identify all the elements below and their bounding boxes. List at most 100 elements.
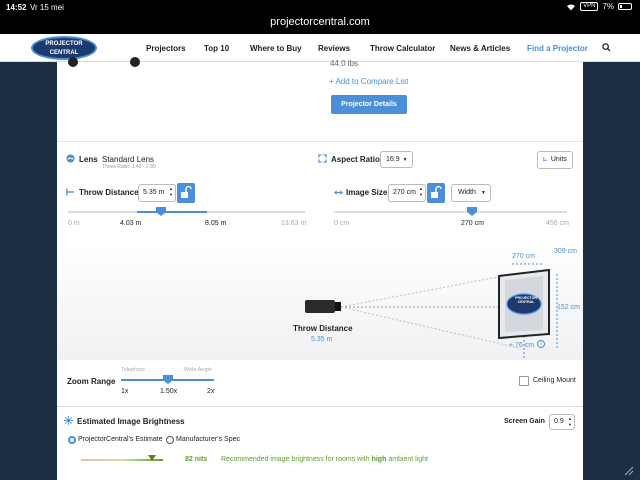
throw-slider-low: 4.03 m xyxy=(120,220,142,227)
zoom-wide-label: Wide Angle xyxy=(184,367,212,373)
chevron-down-icon: ▼ xyxy=(402,157,408,163)
image-slider-min: 0 cm xyxy=(334,220,350,227)
url-text[interactable]: projectorcentral.com xyxy=(0,16,640,28)
image-size-lock-button[interactable] xyxy=(427,183,445,203)
screen-gain-value: 0.9 xyxy=(554,418,564,425)
diagram-throw-label: Throw Distance xyxy=(293,324,353,333)
image-size-slider-thumb[interactable] xyxy=(466,207,477,216)
chevron-down-icon: ▼ xyxy=(480,190,486,196)
aspect-ratio-select[interactable]: 16:9 ▼ xyxy=(380,151,413,168)
unlock-icon xyxy=(431,185,442,198)
image-slider-max: 456 cm xyxy=(546,220,569,227)
nav-throw-calculator[interactable]: Throw Calculator xyxy=(370,44,435,53)
search-icon[interactable] xyxy=(602,43,611,52)
zoom-range-label: Zoom Range xyxy=(67,377,116,386)
throw-distance-label: Throw Distance xyxy=(79,188,139,197)
throw-distance-value: 5.35 m xyxy=(143,189,165,196)
throw-diagram: PROJECTOR CENTRAL 270 cm 309 cm 152 cm +… xyxy=(57,240,583,360)
projector-details-button[interactable]: Projector Details xyxy=(331,95,407,114)
throw-slider-high: 8.05 m xyxy=(205,220,227,227)
lens-icon xyxy=(66,154,75,163)
image-size-label: Image Size xyxy=(346,188,388,197)
site-navbar: PROJECTOR CENTRAL Projectors Top 10 Wher… xyxy=(0,34,640,62)
nits-value: 82 nits xyxy=(185,456,208,463)
nav-where-to-buy[interactable]: Where to Buy xyxy=(250,44,302,53)
radio-dot-icon-2 xyxy=(130,57,140,67)
stepper-icon[interactable]: ▲ ▼ xyxy=(419,186,423,198)
throw-distance-icon xyxy=(66,188,75,196)
throw-distance-input[interactable]: 5.35 m ▲ ▼ xyxy=(138,184,176,202)
resize-handle-icon[interactable] xyxy=(624,466,634,476)
screen-diagonal-label: 309 cm xyxy=(554,248,577,255)
throw-ratio-text: Throw Ratio: 1.40 - 2.80 xyxy=(102,164,156,170)
status-time: 14:52 xyxy=(6,3,27,12)
brightness-icon xyxy=(64,416,73,425)
screen-height-label: 152 cm xyxy=(557,304,580,311)
screen-offset-label: + 76 cm xyxy=(509,342,535,349)
nav-find-projector[interactable]: Find a Projector xyxy=(527,44,588,53)
zoom-max: 2x xyxy=(207,388,215,395)
status-bar: 14:52 Vr 15 mei VPN 7% xyxy=(0,0,640,14)
battery-icon xyxy=(618,3,632,10)
lens-label: Lens xyxy=(79,155,98,164)
brightness-marker-icon xyxy=(148,455,156,461)
screen-gain-input[interactable]: 0.9 ▲ ▼ xyxy=(549,414,575,430)
image-size-slider-track[interactable] xyxy=(334,211,567,213)
manufacturer-option-label[interactable]: Manufacturer's Spec xyxy=(176,436,240,443)
throw-distance-slider-range xyxy=(137,211,207,213)
throw-lock-button[interactable] xyxy=(177,183,195,203)
stepper-icon[interactable]: ▲ ▼ xyxy=(568,416,572,428)
vpn-badge: VPN xyxy=(580,2,599,11)
stepper-icon[interactable]: ▲ ▼ xyxy=(169,186,173,198)
add-compare-link[interactable]: + Add to Compare List xyxy=(329,77,408,86)
aspect-ratio-label: Aspect Ratio xyxy=(331,155,380,164)
battery-percent: 7% xyxy=(602,2,614,11)
throw-slider-min: 0 m xyxy=(68,220,80,227)
dimension-select[interactable]: Width ▼ xyxy=(451,184,491,202)
nav-top-10[interactable]: Top 10 xyxy=(204,44,229,53)
units-label: Units xyxy=(550,156,567,163)
estimate-radio[interactable] xyxy=(68,436,76,444)
screen-logo: PROJECTOR CENTRAL xyxy=(511,296,541,304)
divider xyxy=(57,141,583,142)
units-button[interactable]: ⊾ Units xyxy=(537,151,573,169)
ruler-icon: ⊾ xyxy=(542,156,548,163)
recommendation-prefix: Recommended image brightness for rooms w… xyxy=(221,456,370,463)
image-size-input[interactable]: 270 cm ▲ ▼ xyxy=(388,184,426,202)
calculator-page: 44.0 lbs + Add to Compare List Projector… xyxy=(57,57,583,480)
brightness-title: Estimated Image Brightness xyxy=(77,417,185,426)
zoom-telephoto-label: Telephoto xyxy=(121,367,145,373)
wifi-icon xyxy=(567,3,576,11)
site-logo[interactable]: PROJECTOR CENTRAL xyxy=(31,36,97,60)
screen-gain-label: Screen Gain xyxy=(504,418,545,425)
screen-logo-line-2: CENTRAL xyxy=(517,300,535,304)
estimate-option-label[interactable]: ProjectorCentral's Estimate xyxy=(78,436,163,443)
screen-width-label: 270 cm xyxy=(512,253,535,260)
product-weight: 44.0 lbs xyxy=(330,59,359,68)
nav-news-articles[interactable]: News & Articles xyxy=(450,44,510,53)
throw-distance-slider-thumb[interactable] xyxy=(155,207,166,216)
nav-projectors[interactable]: Projectors xyxy=(146,44,186,53)
image-size-icon xyxy=(334,190,343,195)
nav-reviews[interactable]: Reviews xyxy=(318,44,350,53)
brightness-recommendation: Recommended image brightness for rooms w… xyxy=(221,456,428,463)
throw-slider-max: 13.63 m xyxy=(281,220,307,227)
unlock-icon xyxy=(181,185,192,198)
zoom-current: 1.50x xyxy=(160,388,178,395)
recommendation-suffix: ambient light xyxy=(388,456,429,463)
browser-url-bar[interactable]: projectorcentral.com xyxy=(0,14,640,34)
manufacturer-radio[interactable] xyxy=(166,436,174,444)
radio-dot-icon xyxy=(68,57,78,67)
brightness-panel: Estimated Image Brightness Screen Gain 0… xyxy=(57,406,583,480)
dimension-value: Width xyxy=(458,189,476,196)
image-size-value: 270 cm xyxy=(393,189,416,196)
aspect-ratio-icon xyxy=(318,154,327,163)
ceiling-mount-checkbox[interactable] xyxy=(519,376,529,386)
image-slider-current: 270 cm xyxy=(461,220,484,227)
lens-value[interactable]: Standard Lens xyxy=(102,155,154,164)
info-icon[interactable]: i xyxy=(537,340,545,348)
zoom-slider-thumb[interactable] xyxy=(162,375,173,384)
projection-screen xyxy=(498,268,550,340)
recommendation-level: high xyxy=(371,456,387,463)
status-date: Vr 15 mei xyxy=(30,3,64,12)
